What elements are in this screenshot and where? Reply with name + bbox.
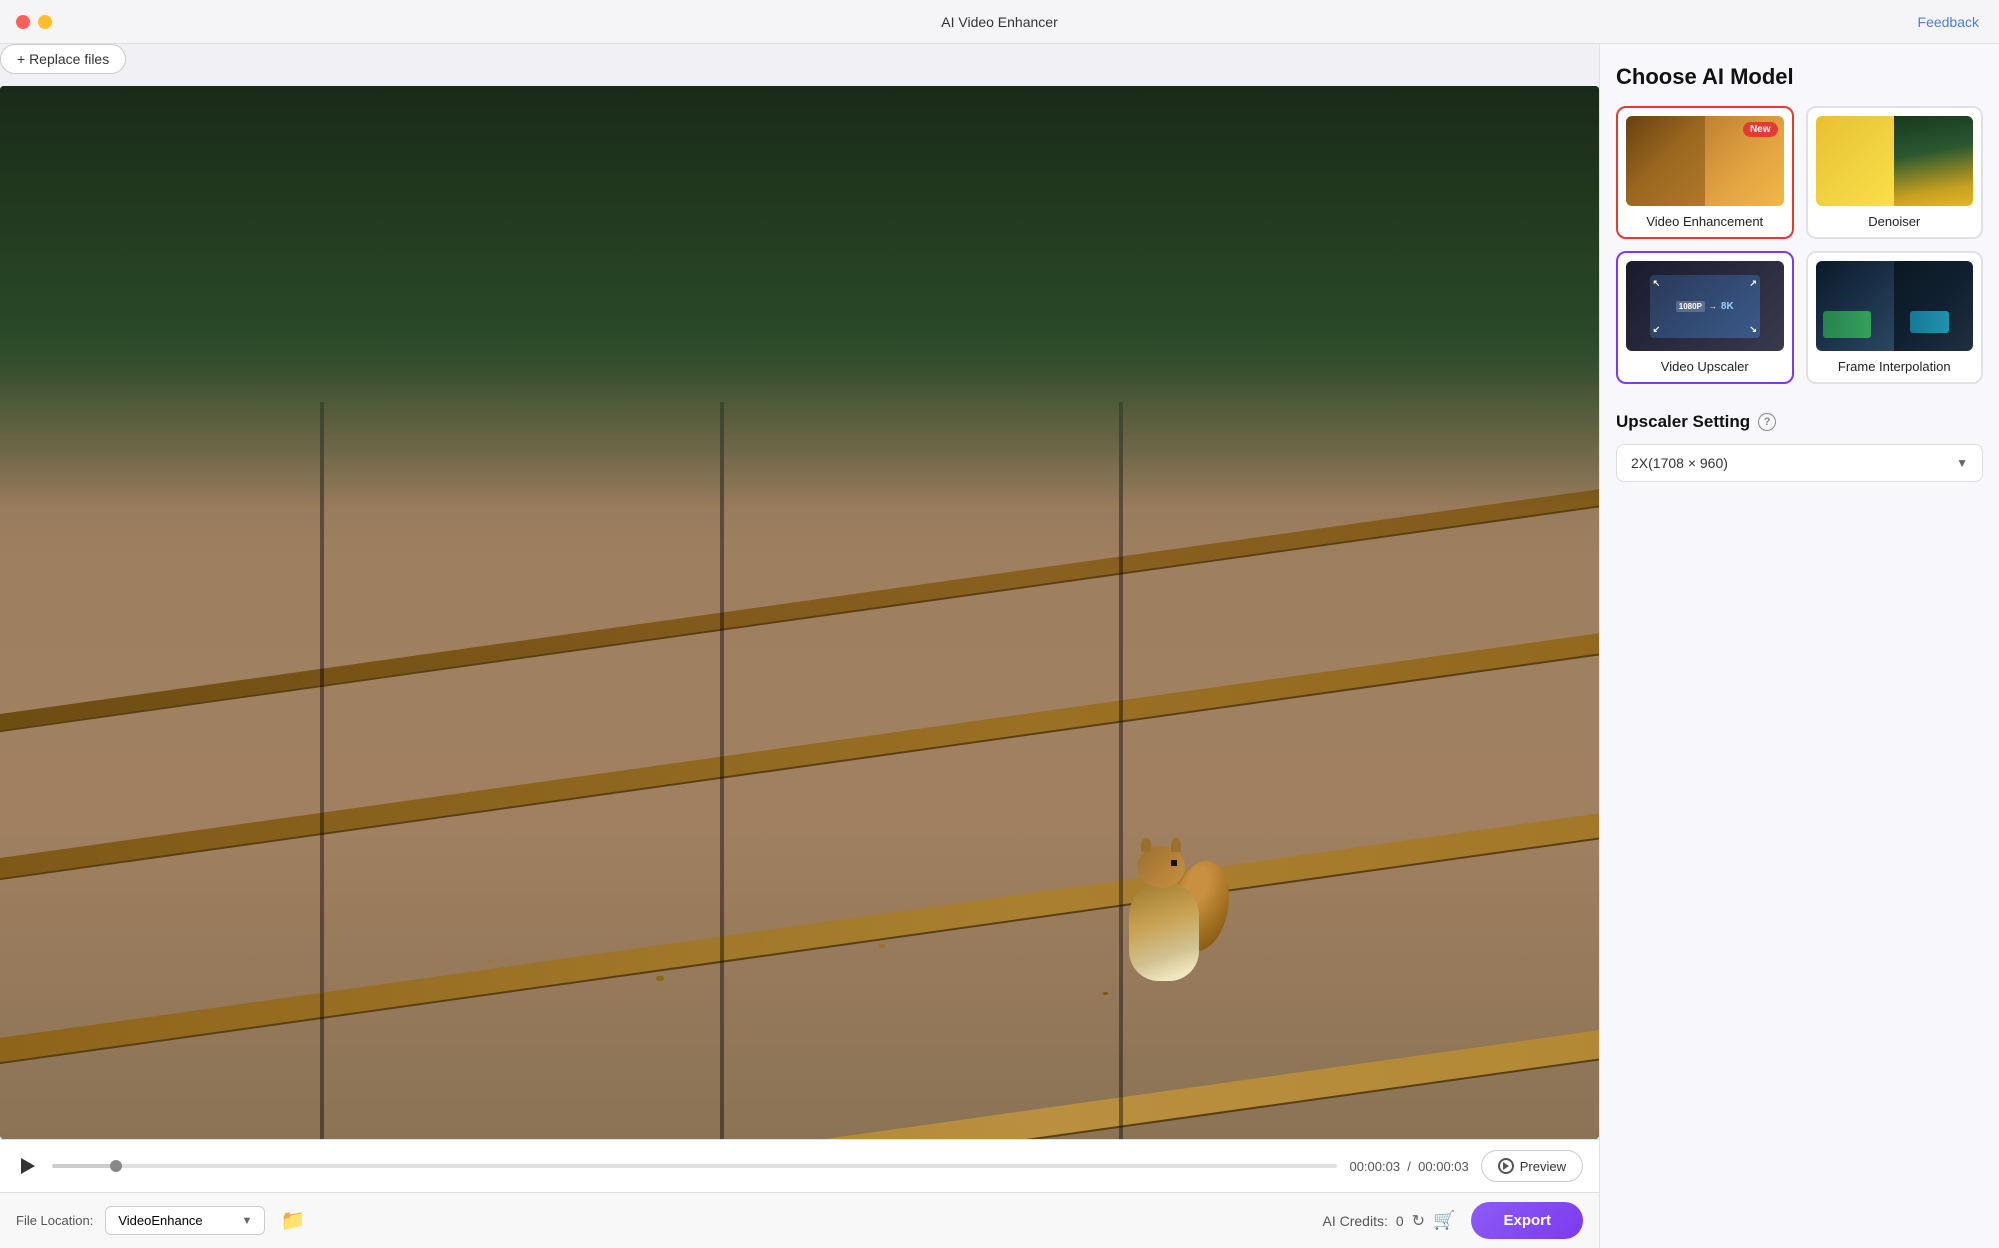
progress-bar[interactable] xyxy=(52,1164,1337,1168)
new-badge: New xyxy=(1743,122,1778,137)
refresh-credits-icon[interactable]: ↻ xyxy=(1412,1211,1425,1231)
thumb-left xyxy=(1626,116,1705,206)
right-panel: Choose AI Model New Video Enhancement xyxy=(1599,44,1999,1248)
file-location-value: VideoEnhance xyxy=(118,1213,202,1228)
thumb-denoiser xyxy=(1816,116,1974,206)
model-thumbnail-video-upscaler: ↖ ↗ ↙ ↘ 1080P → 8K xyxy=(1626,261,1784,351)
model-grid: New Video Enhancement Denoiser xyxy=(1616,106,1983,384)
model-label-video-upscaler: Video Upscaler xyxy=(1661,359,1749,374)
folder-icon: 📁 xyxy=(281,1208,306,1233)
feedback-link[interactable]: Feedback xyxy=(1918,14,1979,30)
model-card-video-enhancement[interactable]: New Video Enhancement xyxy=(1616,106,1794,239)
corner-arrow-br: ↘ xyxy=(1749,324,1757,335)
progress-indicator xyxy=(110,1160,122,1172)
model-label-frame-interpolation: Frame Interpolation xyxy=(1838,359,1951,374)
app-title: AI Video Enhancer xyxy=(941,14,1058,30)
thumb-fi xyxy=(1816,261,1974,351)
dropdown-arrow-icon: ▼ xyxy=(1956,456,1968,470)
thumb-video-enhancement: New xyxy=(1626,116,1784,206)
thumb-upscaler: ↖ ↗ ↙ ↘ 1080P → 8K xyxy=(1626,261,1784,351)
toolbar: + Replace files xyxy=(0,44,1599,74)
left-panel: + Replace files xyxy=(0,44,1599,1248)
upscaler-setting-section: Upscaler Setting ? 2X(1708 × 960) ▼ xyxy=(1616,412,1983,482)
help-icon[interactable]: ? xyxy=(1758,413,1776,431)
model-label-denoiser: Denoiser xyxy=(1868,214,1920,229)
video-scene xyxy=(0,86,1599,1139)
export-button[interactable]: Export xyxy=(1471,1202,1583,1239)
preview-button[interactable]: Preview xyxy=(1481,1150,1583,1182)
thumb-denoiser-right xyxy=(1894,116,1973,206)
time-display: 00:00:03 / 00:00:03 xyxy=(1349,1159,1468,1174)
cart-icon[interactable]: 🛒 xyxy=(1433,1210,1455,1231)
choose-model-title: Choose AI Model xyxy=(1616,64,1983,90)
upscaler-inner: ↖ ↗ ↙ ↘ 1080P → 8K xyxy=(1650,275,1760,338)
thumb-fi-left xyxy=(1816,261,1895,351)
close-window-button[interactable] xyxy=(16,15,30,29)
model-thumbnail-denoiser xyxy=(1816,116,1974,206)
ai-credits-value: 0 xyxy=(1396,1213,1404,1229)
total-time: 00:00:03 xyxy=(1418,1159,1469,1174)
corner-arrow-bl: ↙ xyxy=(1653,324,1661,335)
ai-credits-label: AI Credits: xyxy=(1323,1213,1388,1229)
thumb-fi-right xyxy=(1894,261,1973,351)
file-location-label: File Location: xyxy=(16,1213,93,1228)
upscaler-setting-value: 2X(1708 × 960) xyxy=(1631,455,1728,471)
upscaler-setting-dropdown[interactable]: 2X(1708 × 960) ▼ xyxy=(1616,444,1983,482)
upscaler-setting-label: Upscaler Setting xyxy=(1616,412,1750,432)
replace-files-button[interactable]: + Replace files xyxy=(0,44,126,74)
content-area: + Replace files xyxy=(0,44,1999,1248)
minimize-window-button[interactable] xyxy=(38,15,52,29)
corner-arrows: ↖ ↗ ↙ ↘ xyxy=(1650,275,1760,338)
model-thumbnail-frame-interpolation xyxy=(1816,261,1974,351)
setting-title: Upscaler Setting ? xyxy=(1616,412,1983,432)
file-location-arrow-icon: ▼ xyxy=(241,1215,252,1227)
thumb-denoiser-left xyxy=(1816,116,1895,206)
progress-fill xyxy=(52,1164,116,1168)
browse-folder-button[interactable]: 📁 xyxy=(277,1205,309,1237)
video-frame xyxy=(0,86,1599,1139)
file-location-dropdown[interactable]: VideoEnhance ▼ xyxy=(105,1206,265,1235)
ai-credits: AI Credits: 0 ↻ 🛒 xyxy=(1323,1210,1456,1231)
preview-label: Preview xyxy=(1520,1159,1566,1174)
corner-arrow-tr: ↗ xyxy=(1749,278,1757,289)
model-card-frame-interpolation[interactable]: Frame Interpolation xyxy=(1806,251,1984,384)
model-thumbnail-video-enhancement: New xyxy=(1626,116,1784,206)
video-player xyxy=(0,86,1599,1139)
current-time: 00:00:03 xyxy=(1349,1159,1400,1174)
bottom-bar: File Location: VideoEnhance ▼ 📁 AI Credi… xyxy=(0,1192,1599,1248)
model-label-video-enhancement: Video Enhancement xyxy=(1646,214,1763,229)
play-button[interactable] xyxy=(16,1154,40,1178)
video-controls: 00:00:03 / 00:00:03 Preview xyxy=(0,1139,1599,1192)
model-card-denoiser[interactable]: Denoiser xyxy=(1806,106,1984,239)
bottom-right-controls: AI Credits: 0 ↻ 🛒 Export xyxy=(1323,1202,1584,1239)
corner-arrow-tl: ↖ xyxy=(1653,278,1661,289)
window-controls xyxy=(16,15,52,29)
title-bar: AI Video Enhancer Feedback xyxy=(0,0,1999,44)
preview-icon xyxy=(1498,1158,1514,1174)
model-card-video-upscaler[interactable]: ↖ ↗ ↙ ↘ 1080P → 8K xyxy=(1616,251,1794,384)
play-icon xyxy=(21,1158,35,1174)
